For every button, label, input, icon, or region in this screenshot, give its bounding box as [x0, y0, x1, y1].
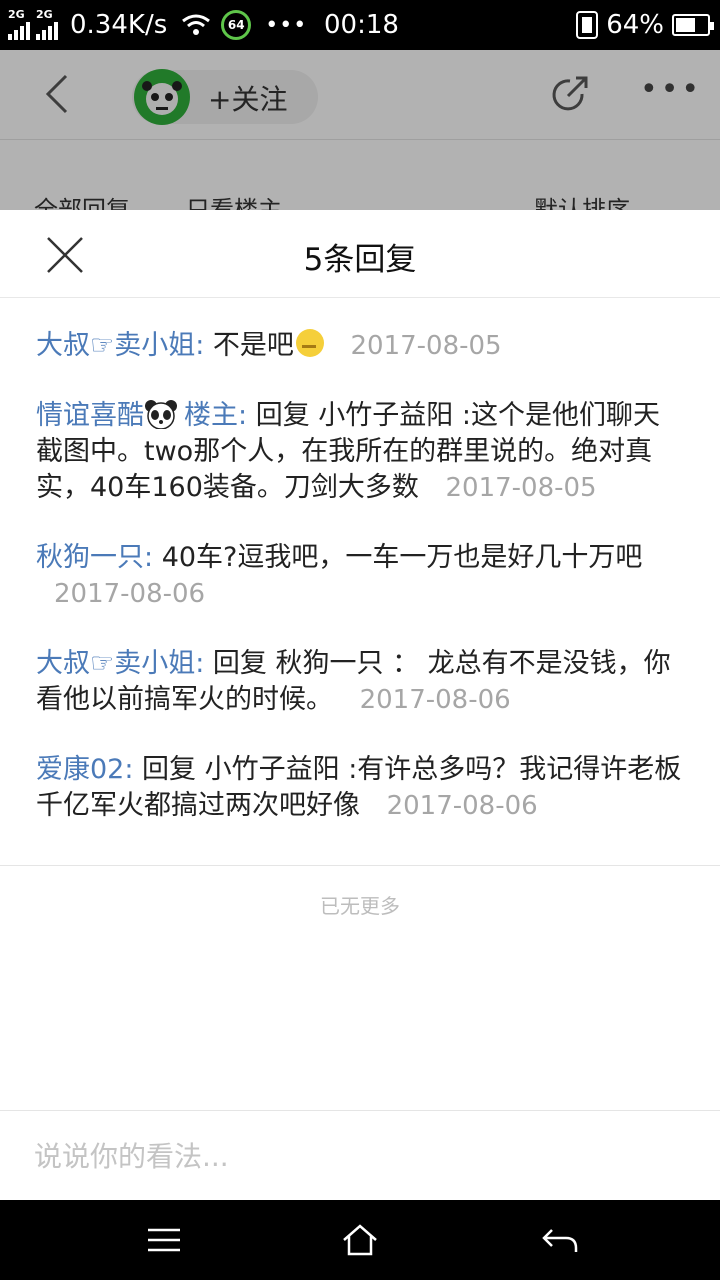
divider [0, 865, 720, 866]
panda-emoji-icon [145, 400, 177, 429]
replies-sheet: 5条回复 大叔☞卖小姐: 不是吧 2017-08-05 情谊喜酷 楼主: 回复 … [0, 210, 720, 1201]
reply-list: 大叔☞卖小姐: 不是吧 2017-08-05 情谊喜酷 楼主: 回复 小竹子益阳… [0, 298, 720, 824]
reply-text: 40车?逗我吧，一车一万也是好几十万吧 [161, 542, 643, 573]
reply-date: 2017-08-05 [350, 331, 502, 361]
battery-percent: 64% [606, 10, 664, 40]
back-arrow-icon[interactable] [540, 1222, 580, 1258]
reply-date: 2017-08-05 [445, 473, 597, 503]
system-nav-bar [0, 1200, 720, 1280]
op-tag: 楼主: [184, 400, 248, 431]
status-bar: 2G 2G 0.34K/s 64 ••• 00:18 64% [0, 0, 720, 50]
list-item[interactable]: 情谊喜酷 楼主: 回复 小竹子益阳 :这个是他们聊天截图中。two那个人，在我所… [36, 398, 684, 506]
notification-dots: ••• [265, 12, 308, 38]
signal-sim2-icon: 2G [36, 8, 58, 40]
sim1-label: 2G [8, 8, 25, 21]
reply-username[interactable]: 大叔☞卖小姐: [36, 648, 204, 679]
reply-username[interactable]: 爱康02: [36, 754, 133, 785]
signal-sim1-icon: 2G [8, 8, 30, 40]
network-speed: 0.34K/s [70, 10, 168, 40]
reply-date: 2017-08-06 [54, 579, 206, 609]
list-item[interactable]: 秋狗一只: 40车?逗我吧，一车一万也是好几十万吧 2017-08-06 [36, 540, 684, 612]
dim-overlay[interactable] [0, 50, 720, 210]
reply-text: 回复 小竹子益阳 :有许总多吗？我记得许老板千亿军火都搞过两次吧好像 [36, 754, 682, 821]
sim2-label: 2G [36, 8, 53, 21]
sheet-title: 5条回复 [303, 242, 417, 278]
badge-icon: 64 [221, 10, 252, 40]
wifi-icon [182, 14, 211, 35]
sweat-emoji-icon [295, 329, 324, 357]
home-icon[interactable] [340, 1222, 380, 1258]
battery-icon [672, 14, 714, 36]
reply-text: 不是吧 [212, 330, 294, 361]
list-item[interactable]: 大叔☞卖小姐: 回复 秋狗一只 ： 龙总有不是没钱，你看他以前搞军火的时候。 2… [36, 646, 684, 718]
reply-date: 2017-08-06 [386, 791, 538, 821]
comment-input[interactable] [34, 1111, 674, 1201]
reply-username[interactable]: 情谊喜酷 [36, 400, 144, 431]
vibrate-icon [576, 11, 599, 39]
reply-date: 2017-08-06 [359, 685, 511, 715]
sheet-header: 5条回复 [0, 210, 720, 298]
no-more-label: 已无更多 [320, 894, 400, 918]
menu-icon[interactable] [144, 1222, 184, 1258]
list-item[interactable]: 大叔☞卖小姐: 不是吧 2017-08-05 [36, 328, 684, 364]
list-item[interactable]: 爱康02: 回复 小竹子益阳 :有许总多吗？我记得许老板千亿军火都搞过两次吧好像… [36, 752, 684, 824]
reply-username[interactable]: 秋狗一只: [36, 542, 153, 573]
reply-username[interactable]: 大叔☞卖小姐: [36, 330, 204, 361]
clock: 00:18 [324, 10, 399, 40]
comment-input-bar [0, 1110, 720, 1201]
